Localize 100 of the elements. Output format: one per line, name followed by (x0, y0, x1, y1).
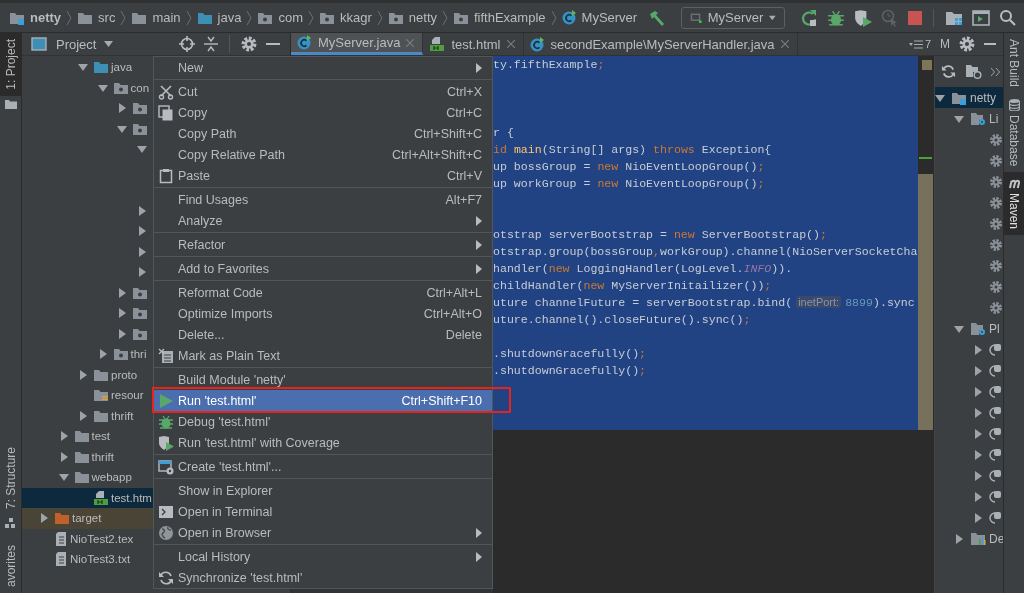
tree-item[interactable]: resour (111, 389, 144, 402)
coverage-icon[interactable] (854, 8, 872, 27)
collapsed-arrow-icon[interactable] (117, 328, 127, 339)
breadcrumb-item[interactable]: main (131, 10, 181, 25)
collapsed-arrow-icon[interactable] (973, 344, 983, 355)
breadcrumb-item[interactable]: src (77, 10, 116, 25)
menu-item[interactable]: Open in Browser (154, 522, 492, 543)
menu-item[interactable]: Mark as Plain Text (154, 345, 492, 366)
menu-item[interactable]: Debug 'test.html' (154, 411, 492, 432)
tree-item[interactable]: thrift (111, 409, 134, 422)
collapsed-arrow-icon[interactable] (973, 470, 983, 481)
collapsed-arrow-icon[interactable] (136, 267, 147, 278)
breadcrumb-item[interactable]: kkagr (319, 10, 372, 25)
menu-item[interactable]: Cut Ctrl+X (154, 81, 492, 102)
tool-window-button[interactable]: Ant Build (1004, 33, 1024, 94)
tree-item[interactable]: NioTest3.txt (70, 553, 131, 566)
tree-item[interactable]: test (91, 430, 111, 443)
collapsed-arrow-icon[interactable] (78, 369, 88, 380)
tool-window-button[interactable]: 1: Project (0, 33, 21, 96)
collapsed-arrow-icon[interactable] (136, 205, 147, 216)
tool-window-button[interactable]: avorites (0, 538, 21, 593)
collapsed-arrow-icon[interactable] (973, 386, 983, 397)
menu-item[interactable]: Copy Relative Path Ctrl+Alt+Shift+C (154, 144, 492, 165)
menu-item[interactable]: Build Module 'netty' (154, 369, 492, 390)
menu-item[interactable]: Open in Terminal (154, 501, 492, 522)
view-dropdown[interactable]: Project (56, 36, 114, 52)
tree-item[interactable]: target (72, 512, 102, 525)
tool-window-button[interactable]: 7: Structure (0, 440, 21, 515)
tool-window-button[interactable]: Database (1004, 93, 1024, 173)
collapsed-arrow-icon[interactable] (58, 451, 69, 462)
collapsed-arrow-icon[interactable] (117, 308, 127, 319)
scrollbar-thumb[interactable] (918, 174, 933, 430)
tree-item[interactable]: thri (130, 348, 147, 361)
minimize-icon[interactable] (266, 42, 280, 46)
collapsed-arrow-icon[interactable] (58, 431, 69, 442)
collapsed-arrow-icon[interactable] (117, 287, 127, 298)
menu-item[interactable]: Synchronize 'test.html' (154, 567, 492, 588)
expanded-arrow-icon[interactable] (58, 472, 69, 483)
minimize-icon[interactable] (984, 42, 996, 46)
menu-item[interactable]: Create 'test.html'... (154, 456, 492, 477)
tree-item[interactable]: java (111, 61, 133, 74)
crosshair-icon[interactable] (179, 36, 195, 52)
menu-item[interactable]: Refactor (154, 234, 492, 255)
menu-item[interactable]: Show in Explorer (154, 480, 492, 501)
expanded-arrow-icon[interactable] (97, 82, 108, 93)
menu-item[interactable]: Delete... Delete (154, 324, 492, 345)
tree-item[interactable]: proto (111, 368, 138, 381)
collapsed-arrow-icon[interactable] (973, 491, 983, 502)
collapsed-arrow-icon[interactable] (136, 246, 147, 257)
tab-list-button[interactable]: 7 (908, 33, 935, 55)
folder-grid-icon[interactable] (945, 9, 963, 26)
menu-item[interactable]: Paste Ctrl+V (154, 165, 492, 186)
tree-item[interactable]: Li (989, 111, 999, 126)
collapsed-arrow-icon[interactable] (973, 365, 983, 376)
collapsed-arrow-icon[interactable] (973, 428, 983, 439)
menu-item[interactable]: Find Usages Alt+F7 (154, 189, 492, 210)
menu-item[interactable]: Analyze (154, 210, 492, 231)
menu-item[interactable]: Copy Path Ctrl+Shift+C (154, 123, 492, 144)
editor-tab[interactable]: MyServer.java (291, 33, 424, 55)
menu-item[interactable]: Add to Favorites (154, 258, 492, 279)
refresh-icon[interactable] (941, 64, 956, 79)
tree-item[interactable]: De (989, 531, 1003, 546)
run-config-dropdown[interactable]: MyServer (681, 6, 785, 29)
close-icon[interactable] (506, 40, 515, 48)
editor-tab[interactable]: secondExample\MyServerHandler.java (523, 33, 798, 55)
menu-item[interactable]: Local History (154, 546, 492, 567)
breadcrumb-item[interactable]: java (196, 10, 242, 25)
collapsed-arrow-icon[interactable] (973, 512, 983, 523)
menu-item[interactable]: Optimize Imports Ctrl+Alt+O (154, 303, 492, 324)
expanded-arrow-icon[interactable] (136, 144, 147, 155)
menu-item[interactable]: New (154, 57, 492, 78)
tree-item[interactable]: NioTest2.tex (70, 532, 134, 545)
breadcrumb-item[interactable]: com (257, 10, 303, 25)
expanded-arrow-icon[interactable] (954, 323, 964, 334)
tree-item[interactable]: Pl (989, 321, 1000, 336)
menu-item[interactable]: Run 'test.html' with Coverage (154, 432, 492, 453)
hammer-icon[interactable] (648, 8, 666, 27)
collapsed-arrow-icon[interactable] (39, 513, 49, 524)
tree-item[interactable]: con (130, 81, 150, 94)
breadcrumb-item[interactable]: netty (9, 10, 62, 25)
menu-item[interactable]: Run 'test.html' Ctrl+Shift+F10 (154, 390, 492, 411)
collapsed-arrow-icon[interactable] (136, 226, 147, 237)
more-icon[interactable] (991, 67, 1000, 76)
collapsed-arrow-icon[interactable] (973, 407, 983, 418)
editor-tab[interactable]: test.html (423, 33, 524, 55)
breadcrumb-item[interactable]: netty (387, 10, 437, 25)
tree-item[interactable]: test.htm (111, 491, 152, 504)
collapsed-arrow-icon[interactable] (117, 103, 127, 114)
collapsed-arrow-icon[interactable] (954, 533, 964, 544)
expanded-arrow-icon[interactable] (935, 92, 945, 103)
folder-sync-icon[interactable] (965, 64, 982, 79)
close-icon[interactable] (780, 40, 789, 48)
collapse-icon[interactable] (204, 36, 218, 52)
menu-item[interactable]: Reformat Code Ctrl+Alt+L (154, 282, 492, 303)
bug-icon[interactable] (827, 8, 845, 27)
collapsed-arrow-icon[interactable] (78, 410, 88, 421)
breadcrumb-item[interactable]: MyServer (561, 10, 638, 25)
settings-icon[interactable] (241, 36, 257, 52)
tree-item[interactable]: thrift (91, 450, 114, 463)
collapsed-arrow-icon[interactable] (973, 449, 983, 460)
